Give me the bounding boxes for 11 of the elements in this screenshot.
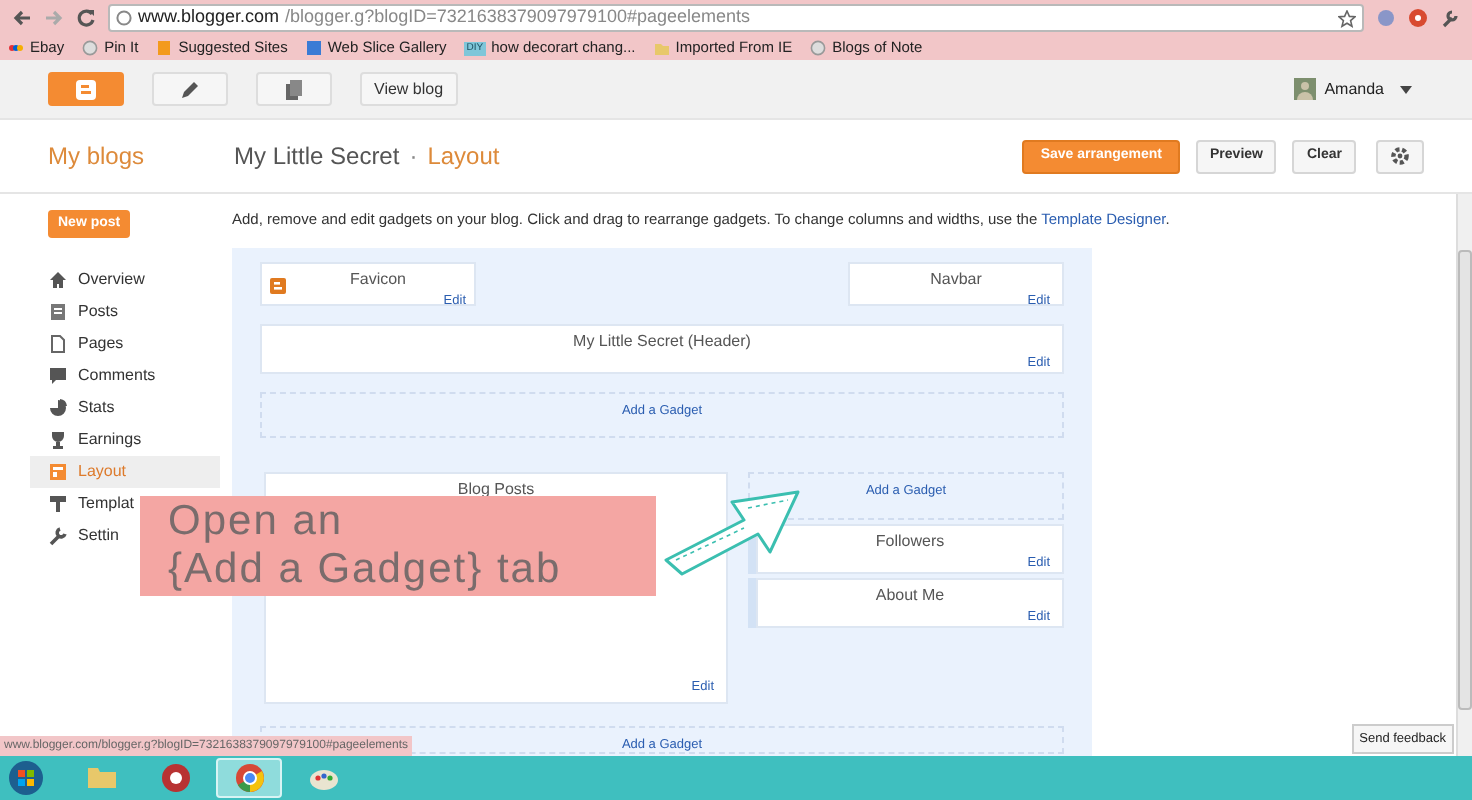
- gadget-title: Navbar: [928, 268, 984, 292]
- gadget-title: About Me: [873, 584, 947, 608]
- gadget-title: Blog Posts: [455, 478, 537, 502]
- page-title: Layout: [427, 140, 500, 174]
- gadget-title: My Little Secret (Header): [571, 330, 753, 354]
- separator-dot: ·: [409, 140, 418, 174]
- annotation-text: Open an: [168, 498, 346, 546]
- gadget-title: Favicon: [347, 268, 408, 292]
- blog-title: My Little Secret: [234, 140, 400, 174]
- gadget-title: Followers: [873, 530, 947, 554]
- annotation-text: {Add a Gadget} tab: [168, 546, 564, 594]
